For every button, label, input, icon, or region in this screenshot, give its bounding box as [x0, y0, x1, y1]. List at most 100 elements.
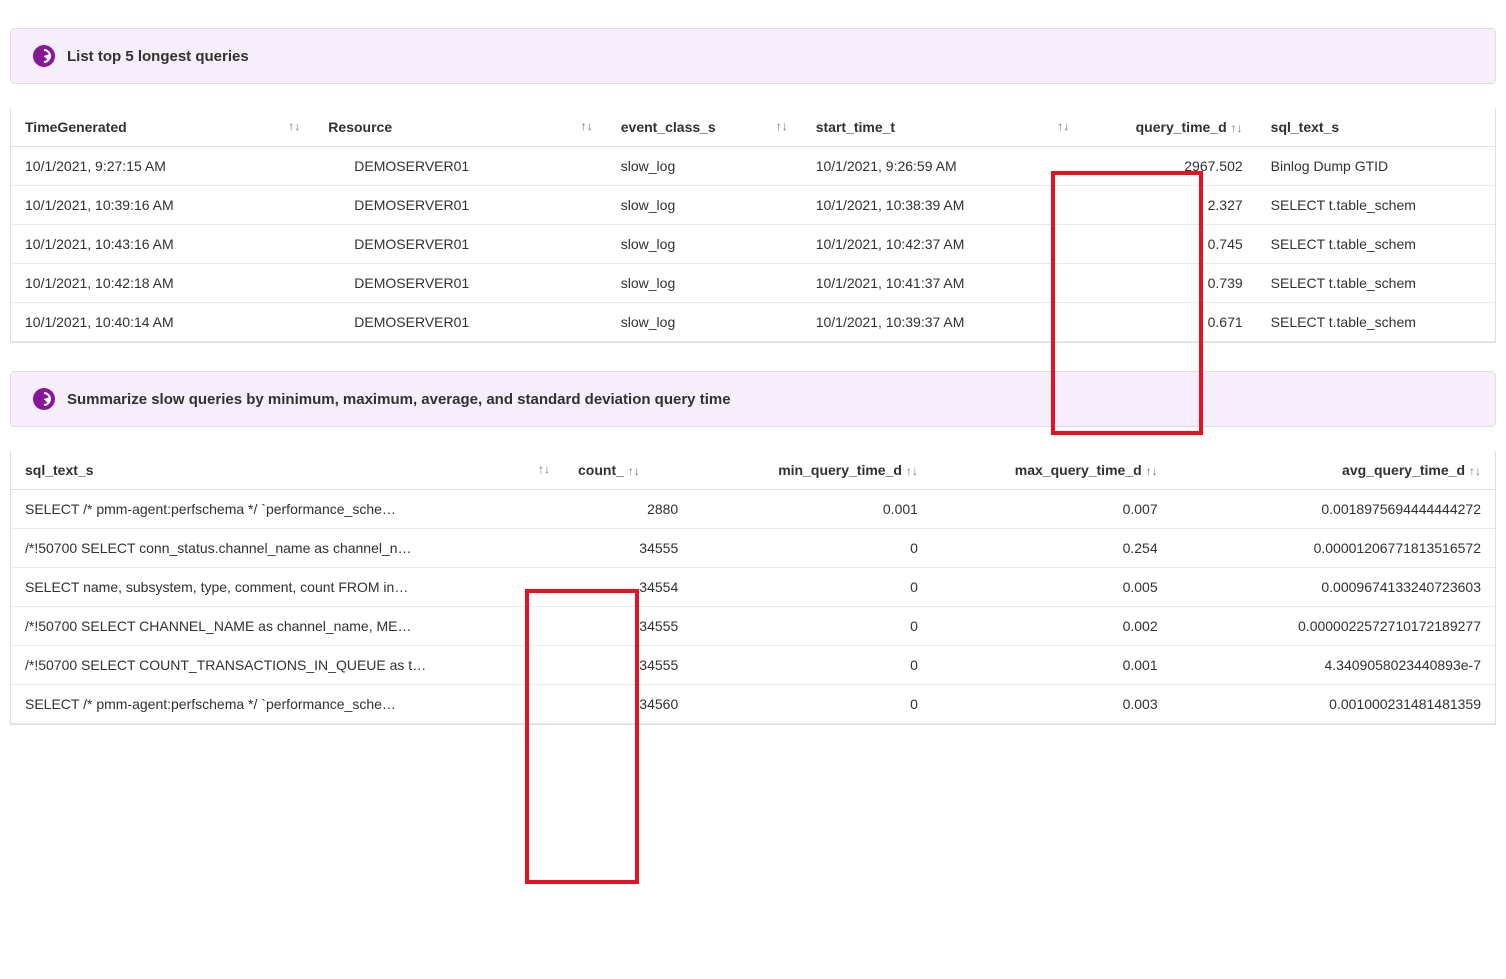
table-row[interactable]: SELECT /* pmm-agent:perfschema */ `perfo… — [11, 685, 1495, 724]
table-row[interactable]: 10/1/2021, 10:39:16 AMDEMOSERVER01slow_l… — [11, 186, 1495, 225]
cell-max-query-time: 0.002 — [932, 607, 1172, 646]
cell-avg-query-time: 0.001000231481481359 — [1172, 685, 1495, 724]
table-summarize: sql_text_s↑↓ count_↑↓ min_query_time_d↑↓… — [11, 451, 1495, 724]
cell-timegenerated: 10/1/2021, 10:39:16 AM — [11, 186, 314, 225]
col-sql-text[interactable]: sql_text_s — [1257, 108, 1495, 147]
col-event-class[interactable]: event_class_s ↑↓ — [607, 108, 802, 147]
col-sql-text-2[interactable]: sql_text_s↑↓ — [11, 451, 564, 490]
sort-icon: ↑↓ — [1469, 464, 1481, 478]
col-start-time[interactable]: start_time_t ↑↓ — [802, 108, 1084, 147]
col-timegenerated[interactable]: TimeGenerated↑↓ — [11, 108, 314, 147]
cell-sql-text: SELECT /* pmm-agent:perfschema */ `perfo… — [11, 685, 564, 724]
cell-avg-query-time: 0.0018975694444444272 — [1172, 490, 1495, 529]
cell-count: 34555 — [564, 646, 692, 685]
col-query-time-label: query_time_d — [1136, 119, 1227, 135]
cell-start-time: 10/1/2021, 9:26:59 AM — [802, 147, 1084, 186]
sort-icon: ↑↓ — [1057, 119, 1069, 133]
col-query-time[interactable]: query_time_d ↑↓ — [1083, 108, 1256, 147]
cell-count: 2880 — [564, 490, 692, 529]
cell-resource: DEMOSERVER01 — [314, 147, 606, 186]
cell-min-query-time: 0.001 — [692, 490, 932, 529]
cell-sql-text: SELECT t.table_schem — [1257, 303, 1495, 342]
sort-icon: ↑↓ — [581, 119, 593, 133]
col-min-query-time[interactable]: min_query_time_d ↑↓ — [692, 451, 932, 490]
cell-resource: DEMOSERVER01 — [314, 186, 606, 225]
cell-count: 34554 — [564, 568, 692, 607]
cell-min-query-time: 0 — [692, 529, 932, 568]
panel-top5-header: List top 5 longest queries — [11, 29, 1495, 83]
col-count[interactable]: count_ ↑↓ — [564, 451, 692, 490]
cell-query-time: 2.327 — [1083, 186, 1256, 225]
col-sql-text-2-label: sql_text_s — [25, 462, 93, 478]
panel-summarize-title: Summarize slow queries by minimum, maxim… — [67, 391, 731, 408]
table-row[interactable]: 10/1/2021, 10:42:18 AMDEMOSERVER01slow_l… — [11, 264, 1495, 303]
col-timegenerated-label: TimeGenerated — [25, 119, 127, 135]
sort-icon: ↑↓ — [1146, 464, 1158, 478]
cell-sql-text: /*!50700 SELECT conn_status.channel_name… — [11, 529, 564, 568]
cell-max-query-time: 0.001 — [932, 646, 1172, 685]
cell-count: 34555 — [564, 607, 692, 646]
cell-query-time: 0.745 — [1083, 225, 1256, 264]
table-row[interactable]: SELECT name, subsystem, type, comment, c… — [11, 568, 1495, 607]
cell-avg-query-time: 4.3409058023440893e-7 — [1172, 646, 1495, 685]
cell-avg-query-time: 0.00001206771813516572 — [1172, 529, 1495, 568]
sort-icon: ↑↓ — [776, 119, 788, 133]
cell-event-class: slow_log — [607, 147, 802, 186]
sort-icon: ↑↓ — [628, 464, 640, 478]
cell-query-time: 0.739 — [1083, 264, 1256, 303]
cell-query-time: 0.671 — [1083, 303, 1256, 342]
panel-top5-title: List top 5 longest queries — [67, 48, 249, 65]
cell-sql-text: /*!50700 SELECT COUNT_TRANSACTIONS_IN_QU… — [11, 646, 564, 685]
cell-max-query-time: 0.254 — [932, 529, 1172, 568]
cell-timegenerated: 10/1/2021, 10:42:18 AM — [11, 264, 314, 303]
panel-summarize-header: Summarize slow queries by minimum, maxim… — [11, 372, 1495, 426]
table-top5-longest-wrap: TimeGenerated↑↓ Resource↑↓ event_class_s… — [10, 108, 1496, 343]
col-event-class-label: event_class_s — [621, 119, 716, 135]
col-max-query-time[interactable]: max_query_time_d ↑↓ — [932, 451, 1172, 490]
col-resource-label: Resource — [328, 119, 392, 135]
cell-timegenerated: 10/1/2021, 10:40:14 AM — [11, 303, 314, 342]
col-sql-text-label: sql_text_s — [1271, 119, 1339, 135]
sort-icon: ↑↓ — [906, 464, 918, 478]
rocket-icon — [33, 45, 55, 67]
cell-sql-text: SELECT t.table_schem — [1257, 264, 1495, 303]
cell-sql-text: Binlog Dump GTID — [1257, 147, 1495, 186]
cell-event-class: slow_log — [607, 186, 802, 225]
table-top5-longest: TimeGenerated↑↓ Resource↑↓ event_class_s… — [11, 108, 1495, 342]
cell-start-time: 10/1/2021, 10:41:37 AM — [802, 264, 1084, 303]
cell-timegenerated: 10/1/2021, 9:27:15 AM — [11, 147, 314, 186]
rocket-icon — [33, 388, 55, 410]
cell-sql-text: SELECT t.table_schem — [1257, 225, 1495, 264]
cell-start-time: 10/1/2021, 10:42:37 AM — [802, 225, 1084, 264]
cell-sql-text: SELECT /* pmm-agent:perfschema */ `perfo… — [11, 490, 564, 529]
cell-min-query-time: 0 — [692, 685, 932, 724]
cell-min-query-time: 0 — [692, 607, 932, 646]
table-row[interactable]: 10/1/2021, 10:43:16 AMDEMOSERVER01slow_l… — [11, 225, 1495, 264]
col-avg-query-time-label: avg_query_time_d — [1342, 462, 1465, 478]
table-row[interactable]: /*!50700 SELECT CHANNEL_NAME as channel_… — [11, 607, 1495, 646]
table-row[interactable]: /*!50700 SELECT COUNT_TRANSACTIONS_IN_QU… — [11, 646, 1495, 685]
table-row[interactable]: 10/1/2021, 10:40:14 AMDEMOSERVER01slow_l… — [11, 303, 1495, 342]
table-row[interactable]: SELECT /* pmm-agent:perfschema */ `perfo… — [11, 490, 1495, 529]
sort-icon: ↑↓ — [1231, 121, 1243, 135]
panel-top5-longest: List top 5 longest queries — [10, 28, 1496, 84]
cell-start-time: 10/1/2021, 10:38:39 AM — [802, 186, 1084, 225]
cell-max-query-time: 0.007 — [932, 490, 1172, 529]
panel-summarize: Summarize slow queries by minimum, maxim… — [10, 371, 1496, 427]
cell-resource: DEMOSERVER01 — [314, 303, 606, 342]
cell-timegenerated: 10/1/2021, 10:43:16 AM — [11, 225, 314, 264]
cell-resource: DEMOSERVER01 — [314, 264, 606, 303]
table-row[interactable]: 10/1/2021, 9:27:15 AMDEMOSERVER01slow_lo… — [11, 147, 1495, 186]
cell-min-query-time: 0 — [692, 568, 932, 607]
col-start-time-label: start_time_t — [816, 119, 895, 135]
cell-count: 34560 — [564, 685, 692, 724]
col-resource[interactable]: Resource ↑↓ — [314, 108, 606, 147]
table-row[interactable]: /*!50700 SELECT conn_status.channel_name… — [11, 529, 1495, 568]
col-count-label: count_ — [578, 462, 624, 478]
cell-resource: DEMOSERVER01 — [314, 225, 606, 264]
cell-event-class: slow_log — [607, 264, 802, 303]
col-min-query-time-label: min_query_time_d — [778, 462, 902, 478]
col-avg-query-time[interactable]: avg_query_time_d ↑↓ — [1172, 451, 1495, 490]
col-max-query-time-label: max_query_time_d — [1015, 462, 1142, 478]
cell-avg-query-time: 0.0009674133240723603 — [1172, 568, 1495, 607]
